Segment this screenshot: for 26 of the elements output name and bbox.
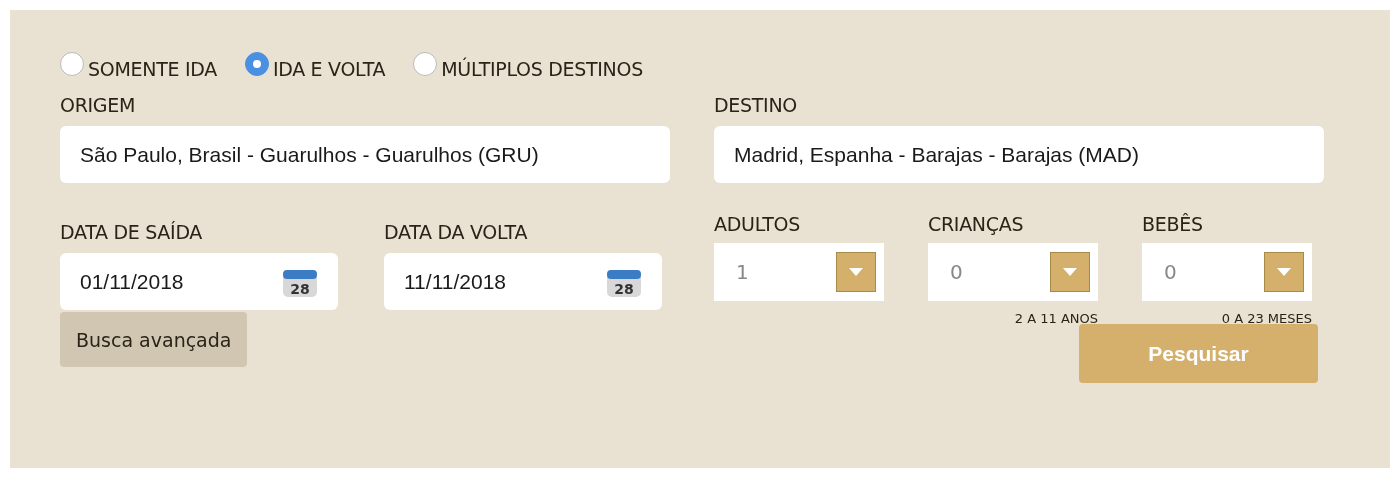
radio-label: IDA E VOLTA <box>272 58 386 80</box>
select-field[interactable]: 0 <box>928 243 1098 301</box>
select-field[interactable]: 0 <box>1142 243 1312 301</box>
field-label: DATA DA VOLTA <box>384 221 529 243</box>
input-field[interactable]: Madrid, Espanha - Barajas - Barajas (MAD) <box>714 126 1324 183</box>
field-label: CRIANÇAS <box>928 213 1025 235</box>
date-field[interactable]: 11/11/2018 28 <box>384 253 662 310</box>
select-field[interactable]: 1 <box>714 243 884 301</box>
age-hint: 2 A 11 ANOS <box>1014 311 1098 326</box>
field-label: DESTINO <box>714 94 798 116</box>
input-field[interactable]: São Paulo, Brasil - Guarulhos - Guarulhos (GRU) <box>60 126 670 183</box>
radio-label: MÚLTIPLOS DESTINOS <box>441 58 643 80</box>
field-label: ADULTOS <box>714 213 802 235</box>
radio-button[interactable] <box>244 52 269 76</box>
radio-button[interactable] <box>60 52 84 76</box>
radio-label: SOMENTE IDA <box>88 58 217 80</box>
radio-button[interactable] <box>413 52 438 76</box>
advanced-search-button[interactable]: Busca avançada <box>60 312 248 367</box>
date-field[interactable]: 01/11/2018 28 <box>60 253 338 310</box>
dropdown-icon[interactable] <box>836 252 876 292</box>
field-label: ORIGEM <box>60 94 137 116</box>
dropdown-icon[interactable] <box>1264 252 1304 292</box>
dropdown-icon[interactable] <box>1050 252 1090 292</box>
field-label: BEBÊS <box>1142 213 1204 235</box>
age-hint: 0 A 23 MESES <box>1221 311 1312 326</box>
field-label: DATA DE SAÍDA <box>60 221 204 243</box>
